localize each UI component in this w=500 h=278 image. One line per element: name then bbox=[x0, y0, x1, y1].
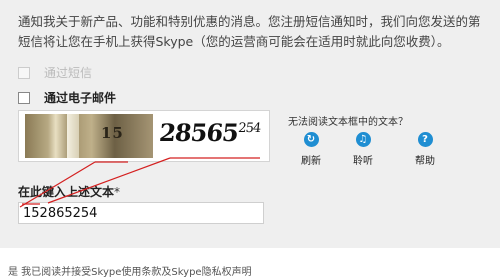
notification-intro: 通知我关于新产品、功能和特别优惠的消息。您注册短信通知时，我们向您发送的第 短信… bbox=[18, 12, 496, 52]
refresh-icon: ↻ bbox=[303, 132, 319, 147]
intro-line-2: 短信将让您在手机上获得Skype（您的运营商可能会在适用时就此向您收费）。 bbox=[18, 34, 450, 49]
help-label: 帮助 bbox=[415, 156, 435, 167]
captcha-photo-number: 15 bbox=[101, 124, 124, 142]
captcha-challenge-main: 28565 bbox=[157, 118, 240, 147]
captcha-photo-post bbox=[67, 114, 79, 158]
captcha-challenge-sup: 254 bbox=[237, 121, 261, 136]
signup-panel: 通知我关于新产品、功能和特别优惠的消息。您注册短信通知时，我们向您发送的第 短信… bbox=[0, 0, 500, 248]
captcha-challenge-text: 28565254 bbox=[157, 118, 265, 154]
help-icon: ? bbox=[417, 132, 433, 147]
listen-button[interactable]: ♫ 聆听 bbox=[343, 132, 383, 167]
email-option[interactable]: 通过电子邮件 bbox=[18, 89, 116, 106]
sms-option[interactable]: 通过短信 bbox=[18, 64, 92, 81]
email-checkbox[interactable] bbox=[18, 91, 30, 104]
refresh-label: 刷新 bbox=[301, 156, 321, 167]
required-mark: * bbox=[114, 185, 121, 199]
refresh-button[interactable]: ↻ 刷新 bbox=[291, 132, 331, 167]
captcha-field-label: 在此键入上述文本* bbox=[18, 183, 120, 200]
listen-icon: ♫ bbox=[355, 132, 371, 147]
captcha-image: 15 28565254 bbox=[18, 110, 270, 162]
captcha-photo: 15 bbox=[25, 114, 153, 158]
sms-checkbox[interactable] bbox=[18, 66, 30, 79]
captcha-input[interactable] bbox=[18, 202, 264, 224]
captcha-hint: 无法阅读文本框中的文本？ bbox=[288, 117, 408, 128]
sms-label: 通过短信 bbox=[44, 66, 93, 80]
help-button[interactable]: ? 帮助 bbox=[405, 132, 445, 167]
intro-line-1: 通知我关于新产品、功能和特别优惠的消息。您注册短信通知时，我们向您发送的第 bbox=[18, 14, 481, 29]
captcha-field-label-text: 在此键入上述文本 bbox=[18, 185, 115, 199]
email-label: 通过电子邮件 bbox=[44, 91, 117, 105]
listen-label: 聆听 bbox=[353, 156, 373, 167]
